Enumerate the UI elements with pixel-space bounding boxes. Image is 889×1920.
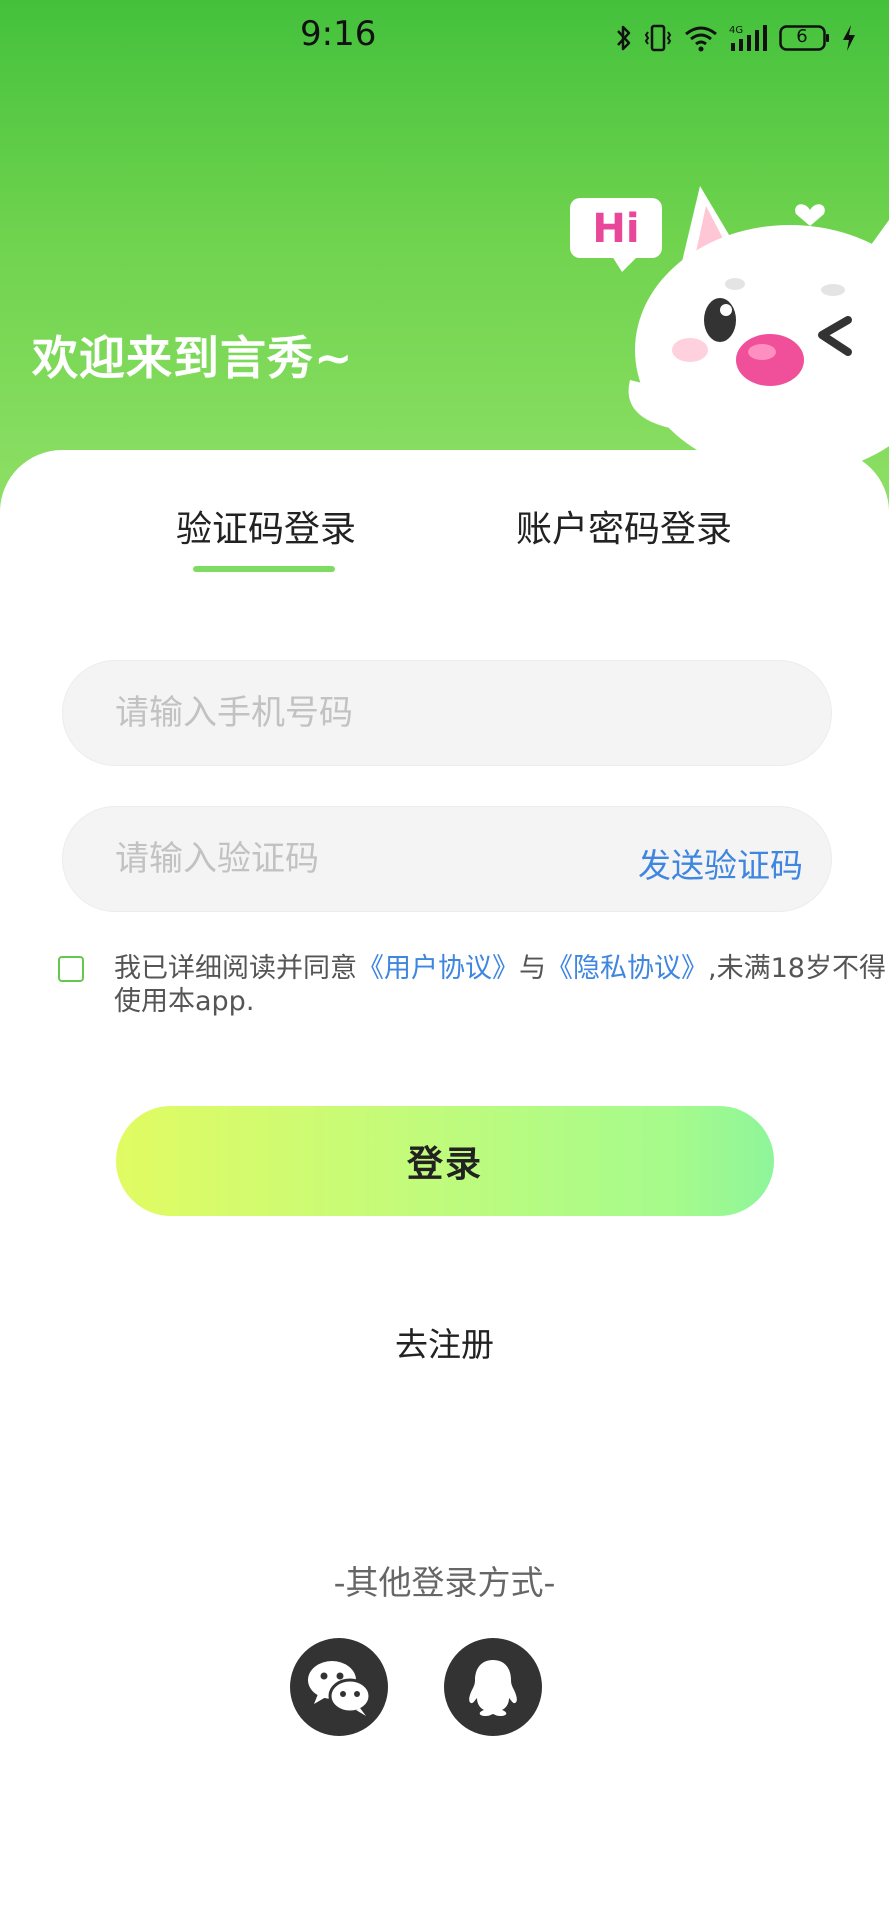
send-code-button[interactable]: 发送验证码 — [638, 839, 803, 887]
user-agreement-link[interactable]: 《用户协议》 — [357, 953, 519, 984]
charging-icon — [841, 23, 857, 53]
tab-password-login[interactable]: 账户密码登录 — [516, 500, 732, 552]
qq-icon — [469, 1660, 517, 1716]
hi-bubble-icon: Hi — [570, 198, 662, 272]
phone-input[interactable] — [115, 661, 635, 765]
vibrate-icon — [643, 23, 673, 53]
active-tab-indicator — [193, 566, 335, 572]
agreement-checkbox[interactable] — [58, 956, 84, 982]
bluetooth-icon — [615, 23, 633, 53]
wechat-icon — [308, 1661, 372, 1716]
signal-icon: 4G — [729, 23, 769, 53]
login-screen: 9:16 4G 6 欢迎来到言秀~ Hi 验证码登录 账户密码登录 请输入手机号… — [0, 0, 889, 1920]
mascot-bubble-text: Hi — [592, 206, 639, 252]
other-login-title: -其他登录方式- — [333, 1563, 556, 1602]
login-button[interactable]: 登录 — [116, 1106, 774, 1216]
verification-code-input[interactable] — [115, 807, 635, 911]
agreement-text: 我已详细阅读并同意《用户协议》与《隐私协议》,未满18岁不得使用本app. — [114, 952, 889, 1018]
mascot-illustration: Hi — [560, 180, 889, 480]
register-link[interactable]: 去注册 — [0, 1318, 889, 1366]
privacy-policy-link[interactable]: 《隐私协议》 — [546, 953, 708, 984]
network-type-label: 4G — [729, 25, 743, 36]
cat-head-icon — [628, 186, 889, 475]
status-time: 9:16 — [300, 14, 377, 54]
qq-login-button[interactable] — [444, 1638, 542, 1736]
battery-level: 6 — [796, 26, 808, 47]
code-field: 发送验证码 — [62, 806, 832, 912]
status-icons: 4G 6 — [615, 18, 857, 58]
agreement-middle: 与 — [519, 953, 546, 984]
battery-icon: 6 — [779, 24, 831, 52]
heart-icon — [795, 204, 825, 226]
phone-field — [62, 660, 832, 766]
tab-sms-login[interactable]: 验证码登录 — [176, 500, 356, 552]
wifi-icon — [683, 23, 719, 53]
welcome-title: 欢迎来到言秀~ — [32, 331, 354, 385]
agreement-prefix: 我已详细阅读并同意 — [114, 953, 357, 984]
wechat-login-button[interactable] — [290, 1638, 388, 1736]
status-bar: 9:16 4G 6 — [0, 0, 889, 78]
